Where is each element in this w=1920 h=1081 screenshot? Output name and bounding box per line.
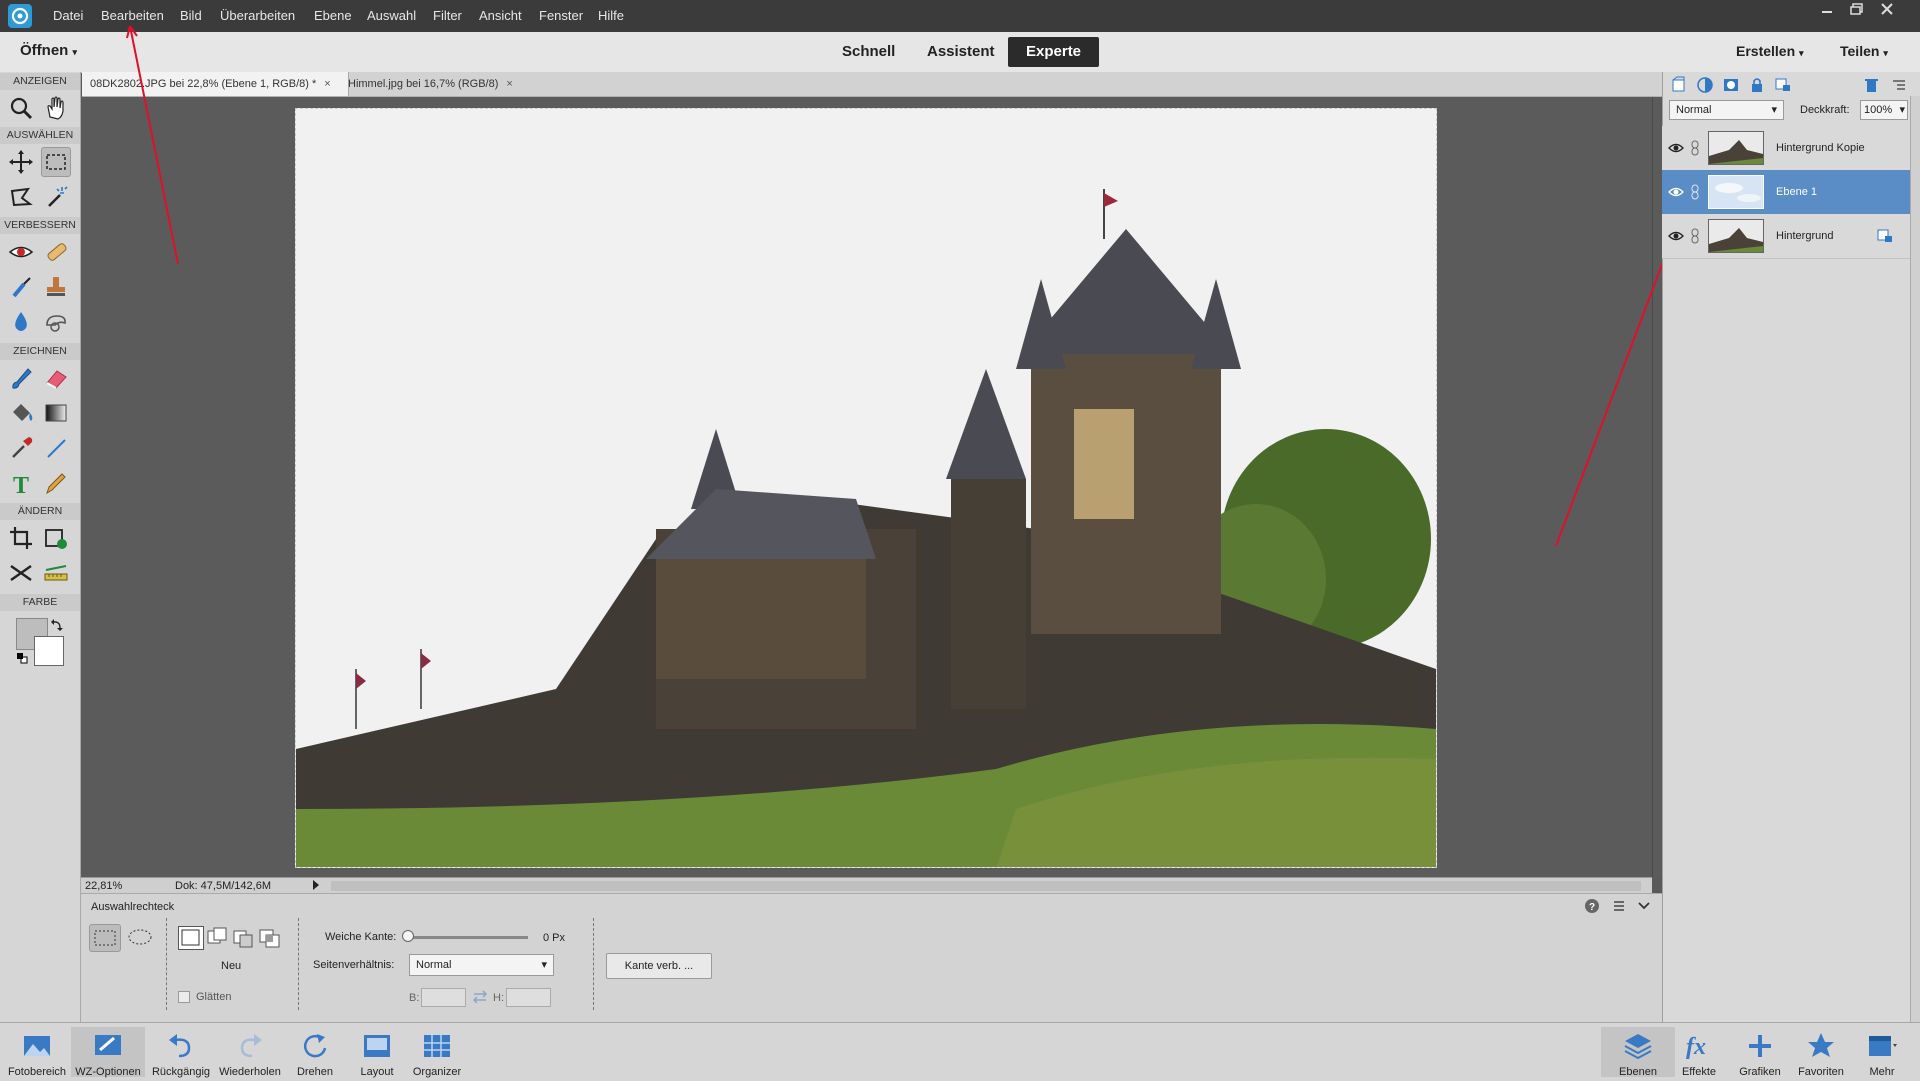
options-divider	[166, 918, 167, 1010]
eye-visibility-icon[interactable]	[1668, 141, 1684, 155]
eye-visibility-icon[interactable]	[1668, 229, 1684, 243]
feather-slider-thumb[interactable]	[402, 930, 414, 942]
undo-icon	[165, 1030, 197, 1062]
selection-subtract-icon[interactable]	[232, 926, 256, 950]
organizer-label: Organizer	[412, 1066, 462, 1078]
new-layer-icon[interactable]	[1670, 76, 1688, 94]
wz-options-label: WZ-Optionen	[75, 1066, 141, 1078]
opacity-value: 100%	[1864, 104, 1893, 116]
layers-panel-menu-icon[interactable]	[1890, 76, 1908, 94]
selection-intersect-icon[interactable]	[258, 926, 282, 950]
eye-visibility-icon[interactable]	[1668, 185, 1684, 199]
height-input[interactable]	[506, 988, 551, 1007]
tool-options-icon	[92, 1030, 124, 1062]
status-bar: 22,81% Dok: 47,5M/142,6M	[81, 877, 1652, 894]
svg-text:?: ?	[1589, 902, 1595, 913]
layers-panel-scrollbar[interactable]	[1910, 96, 1920, 1022]
aspect-ratio-label: Seitenverhältnis:	[313, 959, 395, 971]
layer-lock-icon[interactable]	[1876, 227, 1894, 245]
more-panels-icon	[1866, 1030, 1898, 1062]
organizer-button[interactable]: Organizer	[400, 1030, 474, 1078]
layer-thumbnail	[1708, 131, 1764, 165]
organizer-icon	[421, 1030, 453, 1062]
svg-text:fx: fx	[1686, 1034, 1706, 1060]
marquee-ellipse-option-icon[interactable]	[125, 924, 157, 952]
lock-icon[interactable]	[1748, 76, 1766, 94]
star-icon	[1805, 1030, 1837, 1062]
help-icon[interactable]: ?	[1584, 898, 1600, 914]
wz-options-button[interactable]: WZ-Optionen	[71, 1027, 145, 1078]
options-divider	[593, 918, 594, 1010]
aspect-ratio-value: Normal	[416, 959, 452, 971]
adjustment-layer-icon[interactable]	[1696, 76, 1714, 94]
more-label: Mehr	[1869, 1066, 1895, 1078]
aspect-ratio-select[interactable]: Normal ▾	[409, 954, 554, 976]
lock-transparent-icon[interactable]	[1774, 76, 1792, 94]
feather-label: Weiche Kante:	[325, 931, 397, 943]
fx-icon: fx	[1683, 1030, 1715, 1062]
chevron-down-icon: ▾	[1771, 104, 1777, 116]
fotobereich-button[interactable]: Fotobereich	[0, 1030, 74, 1078]
delete-layer-icon[interactable]	[1862, 76, 1880, 94]
collapse-options-icon[interactable]	[1636, 898, 1652, 914]
link-icon[interactable]	[1690, 184, 1700, 200]
width-input[interactable]	[421, 988, 466, 1007]
marquee-rect-option-icon[interactable]	[89, 924, 121, 952]
blend-mode-value: Normal	[1676, 104, 1712, 116]
layer-row-hintergrund[interactable]: Hintergrund	[1662, 214, 1912, 259]
layer-thumbnail	[1708, 219, 1764, 253]
layers-icon	[1622, 1030, 1654, 1062]
swap-dimensions-icon[interactable]	[472, 989, 488, 1005]
annotation-arrow-bearbeiten	[129, 25, 179, 265]
selection-new-label: Neu	[221, 960, 242, 972]
chevron-down-icon: ▾	[541, 959, 547, 971]
rotate-icon	[299, 1030, 331, 1062]
layout-icon	[361, 1030, 393, 1062]
layer-thumbnail	[1708, 175, 1764, 209]
link-icon[interactable]	[1690, 228, 1700, 244]
blend-mode-select[interactable]: Normal ▾	[1669, 100, 1784, 120]
redo-button[interactable]: Wiederholen	[213, 1030, 287, 1078]
undo-label: Rückgängig	[151, 1066, 211, 1078]
selection-new-icon[interactable]	[178, 926, 204, 950]
canvas-horizontal-scrollbar[interactable]	[331, 881, 1641, 891]
options-divider	[298, 918, 299, 1010]
smooth-checkbox[interactable]	[178, 991, 190, 1003]
more-button[interactable]: Mehr	[1845, 1030, 1919, 1078]
fotobereich-label: Fotobereich	[7, 1066, 67, 1078]
plus-icon	[1744, 1030, 1776, 1062]
selection-add-icon[interactable]	[206, 926, 230, 950]
opacity-input[interactable]: 100% ▾	[1860, 100, 1908, 120]
photo-bin-icon	[21, 1030, 53, 1062]
layer-name: Ebene 1	[1776, 186, 1817, 198]
layer-name: Hintergrund	[1776, 230, 1834, 242]
chevron-down-icon: ▾	[1899, 104, 1905, 116]
feather-slider[interactable]	[406, 936, 528, 939]
zoom-readout[interactable]: 22,81%	[85, 878, 122, 894]
layer-row-ebene-1[interactable]: Ebene 1	[1662, 170, 1912, 215]
layer-name: Hintergrund Kopie	[1776, 142, 1865, 154]
options-menu-icon[interactable]	[1610, 898, 1626, 914]
feather-value: 0 Px	[543, 932, 566, 944]
refine-edge-button[interactable]: Kante verb. ...	[606, 953, 712, 979]
undo-button[interactable]: Rückgängig	[144, 1030, 218, 1078]
opacity-label: Deckkraft:	[1800, 104, 1850, 116]
redo-icon	[234, 1030, 266, 1062]
height-label: H:	[493, 992, 504, 1004]
status-menu-arrow-icon[interactable]	[311, 879, 321, 891]
redo-label: Wiederholen	[219, 1066, 281, 1078]
tool-name: Auswahlrechteck	[91, 901, 175, 913]
smooth-label: Glätten	[196, 991, 232, 1003]
width-label: B:	[409, 992, 420, 1004]
doc-size-readout: Dok: 47,5M/142,6M	[175, 880, 271, 892]
link-icon[interactable]	[1690, 140, 1700, 156]
layer-row-hintergrund-kopie[interactable]: Hintergrund Kopie	[1662, 126, 1912, 171]
layer-mask-icon[interactable]	[1722, 76, 1740, 94]
